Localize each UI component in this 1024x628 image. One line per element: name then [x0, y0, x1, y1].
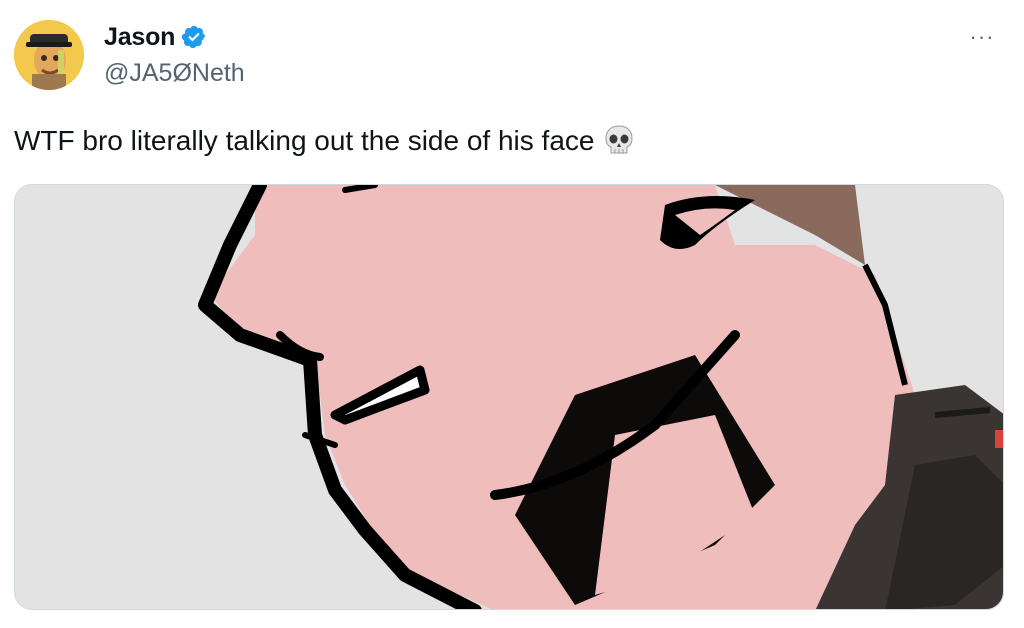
ape-avatar-icon	[14, 20, 84, 90]
avatar[interactable]	[14, 20, 84, 90]
author-display-name[interactable]: Jason	[104, 22, 175, 52]
tweet-text-body: WTF bro literally talking out the side o…	[14, 125, 595, 156]
author-name-row: Jason	[104, 22, 207, 52]
more-options-button[interactable]: ···	[962, 22, 1002, 52]
more-dots-icon: ···	[969, 24, 995, 49]
tweet-text: WTF bro literally talking out the side o…	[14, 122, 636, 167]
tweet-media-image[interactable]	[14, 184, 1004, 610]
cartoon-face-illustration	[15, 185, 1003, 609]
skull-icon	[602, 123, 636, 167]
author-handle[interactable]: @JA5ØNeth	[104, 58, 245, 88]
verified-badge-icon	[181, 24, 207, 50]
tweet-card: Jason @JA5ØNeth ··· WTF bro literally ta…	[0, 0, 1024, 628]
